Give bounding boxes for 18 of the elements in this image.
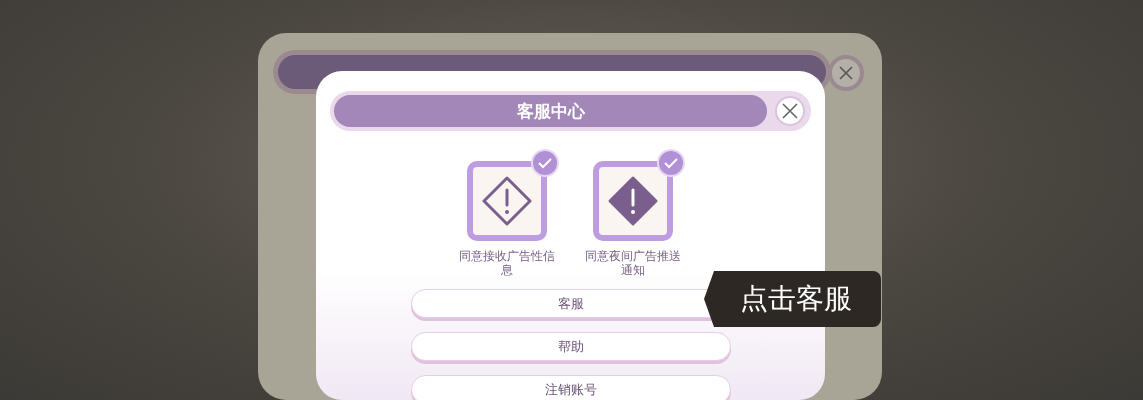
check-icon <box>663 157 678 169</box>
menu-button[interactable]: 帮助 <box>411 332 731 361</box>
close-button[interactable] <box>775 96 805 126</box>
checkbox[interactable] <box>530 149 559 177</box>
check-icon <box>537 157 552 169</box>
close-icon <box>782 103 798 119</box>
menu-button[interactable]: 注销账号 <box>411 375 731 400</box>
toggle-tile[interactable] <box>592 161 673 241</box>
dialog-title: 客服中心 <box>334 95 767 127</box>
option-label: 同意夜间广告推送通知 <box>583 249 682 277</box>
close-icon <box>839 66 853 80</box>
tooltip-arrow-icon <box>704 271 722 327</box>
toggle-tile[interactable] <box>466 161 547 241</box>
warning-icon <box>606 175 659 227</box>
option-label: 同意接收广告性信息 <box>457 249 556 277</box>
close-button[interactable] <box>832 59 860 87</box>
warning-icon <box>480 175 533 227</box>
checkbox[interactable] <box>656 149 685 177</box>
